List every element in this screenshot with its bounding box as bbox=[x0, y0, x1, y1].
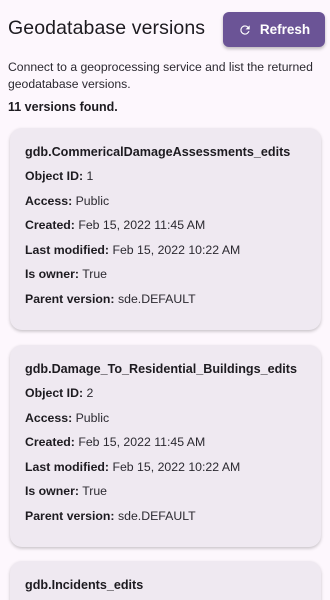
last-modified-value: Feb 15, 2022 10:22 AM bbox=[112, 459, 241, 474]
version-name: gdb.CommericalDamageAssessments_edits bbox=[25, 145, 291, 159]
parent-version-label: Parent version: bbox=[25, 291, 115, 306]
created-row: Created: Feb 15, 2022 11:45 AM bbox=[25, 217, 306, 242]
parent-version-value: sde.DEFAULT bbox=[117, 508, 196, 523]
version-name: gdb.Damage_To_Residential_Buildings_edit… bbox=[25, 362, 297, 376]
parent-version-row: Parent version: sde.DEFAULT bbox=[25, 508, 306, 533]
is-owner-label: Is owner: bbox=[25, 484, 79, 498]
parent-version-row: Parent version: sde.DEFAULT bbox=[25, 291, 306, 316]
is-owner-value: True bbox=[82, 267, 108, 281]
access-row: Access: Public bbox=[25, 410, 306, 435]
access-label: Access: bbox=[25, 410, 73, 425]
is-owner-row: Is owner: True bbox=[25, 266, 306, 291]
object-id-value: 2 bbox=[86, 386, 94, 400]
last-modified-value: Feb 15, 2022 10:22 AM bbox=[112, 242, 241, 257]
created-label: Created: bbox=[25, 218, 75, 232]
object-id-value: 1 bbox=[86, 169, 94, 183]
created-value: Feb 15, 2022 11:45 AM bbox=[78, 435, 206, 449]
app-screen: Geodatabase versions Refresh Connect to … bbox=[0, 0, 330, 600]
object-id-row: Object ID: 1 bbox=[25, 168, 306, 193]
access-label: Access: bbox=[25, 193, 73, 208]
last-modified-label: Last modified: bbox=[25, 459, 110, 474]
refresh-button-label: Refresh bbox=[259, 22, 311, 37]
description-text: Connect to a geoprocessing service and l… bbox=[8, 60, 313, 91]
access-row: Access: Public bbox=[25, 193, 306, 218]
access-value: Public bbox=[75, 193, 110, 208]
versions-count: 11 versions found. bbox=[8, 100, 118, 114]
access-value: Public bbox=[75, 410, 110, 425]
created-value: Feb 15, 2022 11:45 AM bbox=[78, 218, 206, 232]
is-owner-label: Is owner: bbox=[25, 267, 79, 281]
version-card[interactable]: gdb.CommericalDamageAssessments_edits Ob… bbox=[10, 128, 321, 330]
refresh-button[interactable]: Refresh bbox=[223, 12, 325, 47]
parent-version-label: Parent version: bbox=[25, 508, 115, 523]
object-id-label: Object ID: bbox=[25, 386, 84, 400]
is-owner-row: Is owner: True bbox=[25, 483, 306, 508]
last-modified-row: Last modified: Feb 15, 2022 10:22 AM bbox=[25, 242, 306, 267]
parent-version-value: sde.DEFAULT bbox=[117, 291, 196, 306]
last-modified-label: Last modified: bbox=[25, 242, 110, 257]
object-id-label: Object ID: bbox=[25, 169, 84, 183]
version-name: gdb.Incidents_edits bbox=[25, 578, 144, 592]
header: Geodatabase versions Refresh bbox=[0, 0, 330, 58]
version-card[interactable]: gdb.Incidents_edits bbox=[10, 561, 321, 600]
object-id-row: Object ID: 2 bbox=[25, 385, 306, 410]
version-card[interactable]: gdb.Damage_To_Residential_Buildings_edit… bbox=[10, 345, 321, 547]
page-title: Geodatabase versions bbox=[8, 17, 206, 39]
refresh-icon bbox=[238, 23, 252, 37]
created-label: Created: bbox=[25, 435, 75, 449]
created-row: Created: Feb 15, 2022 11:45 AM bbox=[25, 434, 306, 459]
last-modified-row: Last modified: Feb 15, 2022 10:22 AM bbox=[25, 459, 306, 484]
is-owner-value: True bbox=[82, 484, 108, 498]
